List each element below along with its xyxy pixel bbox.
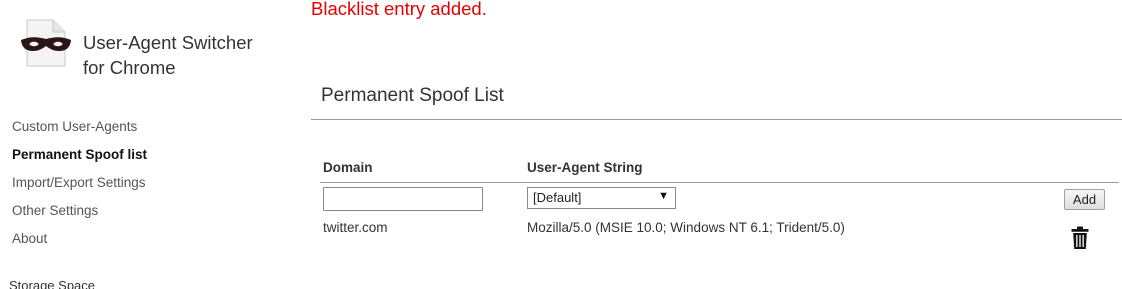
sidebar-item-other-settings[interactable]: Other Settings (12, 200, 282, 228)
trash-icon[interactable] (1070, 226, 1090, 250)
sidebar-item-custom-user-agents[interactable]: Custom User-Agents (12, 116, 282, 144)
bandit-mask-logo-icon (20, 18, 72, 68)
sidebar-item-about[interactable]: About (12, 228, 282, 256)
status-message: Blacklist entry added. (311, 0, 487, 19)
user-agent-select[interactable]: [Default] ▼ (527, 187, 676, 209)
page-title: Permanent Spoof List (321, 85, 504, 106)
app-title-line2: for Chrome (83, 57, 176, 78)
sidebar-item-import-export-settings[interactable]: Import/Export Settings (12, 172, 282, 200)
table-row-domain: twitter.com (323, 220, 388, 235)
section-divider (311, 119, 1122, 120)
domain-input[interactable] (323, 187, 483, 211)
storage-space-label: Storage Space (9, 278, 96, 289)
table-header-divider (320, 182, 1119, 183)
app-header: User-Agent Switcher for Chrome (20, 16, 300, 86)
user-agent-select-value: [Default] (533, 190, 582, 205)
dropdown-arrow-icon: ▼ (658, 190, 669, 202)
sidebar-nav: Custom User-Agents Permanent Spoof list … (12, 116, 282, 256)
sidebar-item-permanent-spoof-list[interactable]: Permanent Spoof list (12, 144, 282, 172)
table-row-user-agent: Mozilla/5.0 (MSIE 10.0; Windows NT 6.1; … (527, 220, 845, 235)
app-title-line1: User-Agent Switcher (83, 32, 253, 53)
add-button[interactable]: Add (1064, 189, 1105, 210)
app-title: User-Agent Switcher for Chrome (83, 30, 253, 80)
column-header-user-agent: User-Agent String (527, 160, 643, 175)
column-header-domain: Domain (323, 160, 373, 175)
options-page: User-Agent Switcher for Chrome Custom Us… (0, 0, 1122, 289)
